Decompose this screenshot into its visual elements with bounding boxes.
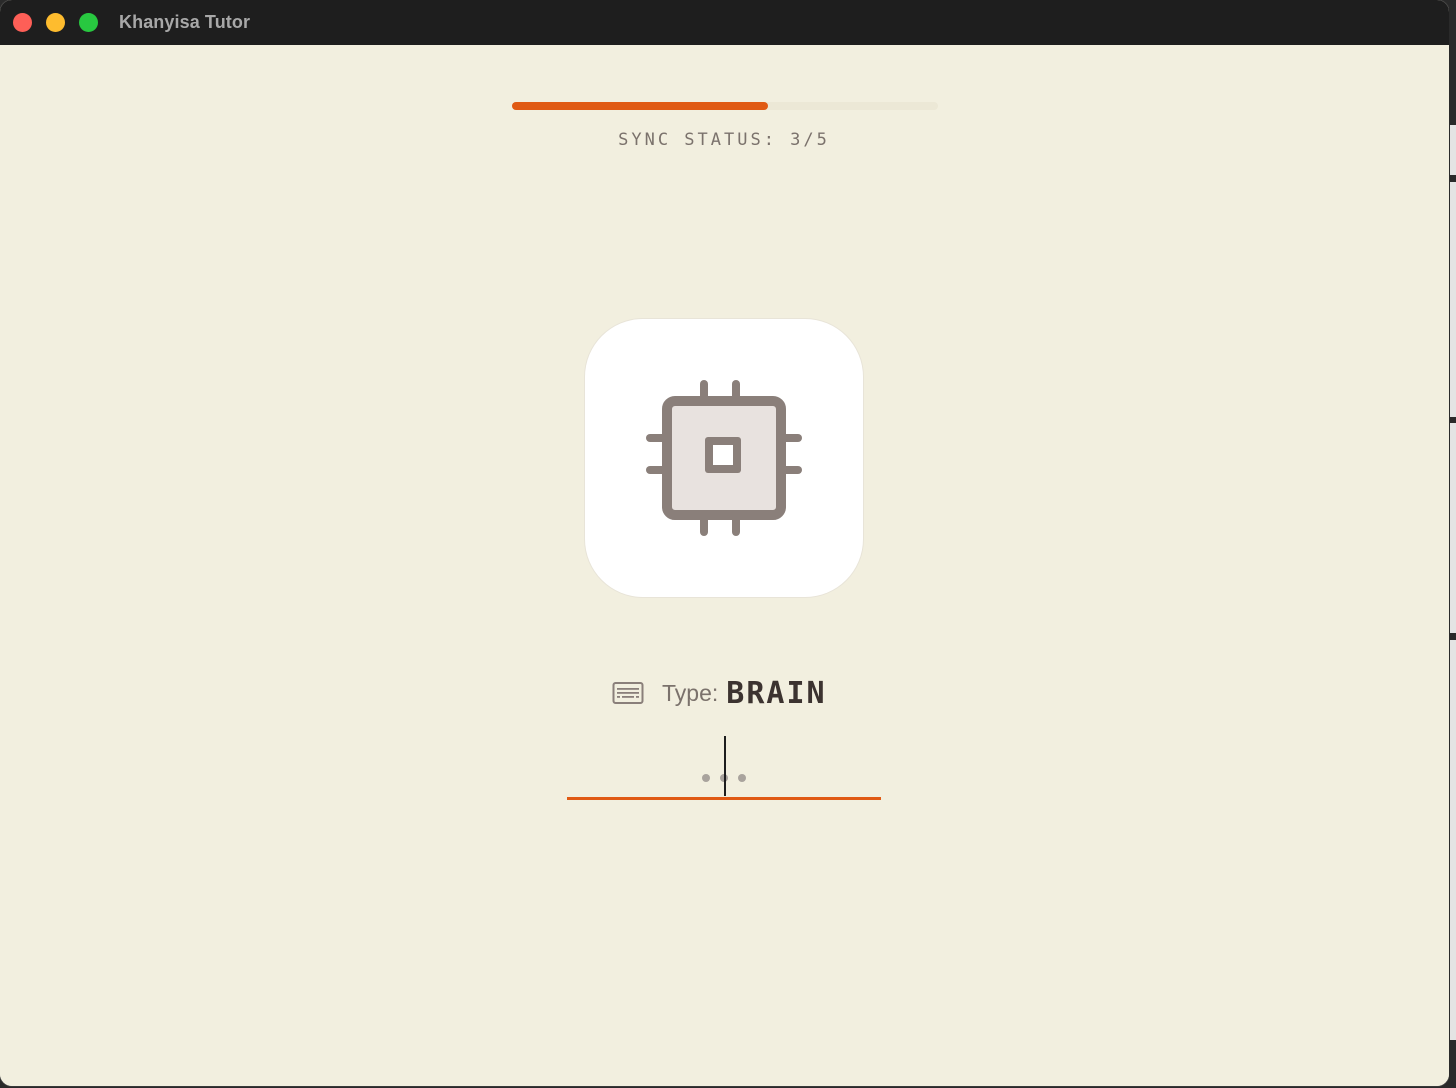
background-window-fragment <box>1450 423 1456 633</box>
text-caret <box>724 736 726 796</box>
window-title: Khanyisa Tutor <box>119 12 251 32</box>
keyboard-icon <box>612 682 644 704</box>
sync-progress-fill <box>512 102 768 110</box>
main-content: SYNC STATUS: 3/5 Type: BRAIN <box>0 45 1449 1086</box>
type-prompt: Type: BRAIN <box>612 675 827 711</box>
close-window-button[interactable] <box>13 13 32 32</box>
background-window-fragment <box>1450 182 1456 417</box>
answer-underline <box>567 797 881 800</box>
sync-progress-bar <box>512 102 938 110</box>
prompt-icon-card <box>585 319 863 597</box>
minimize-window-button[interactable] <box>46 13 65 32</box>
background-window-edge <box>1449 0 1456 1088</box>
answer-field[interactable] <box>567 735 881 800</box>
title-bar: Khanyisa Tutor <box>0 0 1449 45</box>
typing-dot <box>738 774 746 782</box>
app-window: Khanyisa Tutor SYNC STATUS: 3/5 Type: BR… <box>0 0 1449 1086</box>
background-window-fragment <box>1450 125 1456 175</box>
type-label: Type: <box>662 679 719 706</box>
typing-dot <box>702 774 710 782</box>
target-word: BRAIN <box>726 675 827 711</box>
cpu-chip-icon <box>646 380 802 536</box>
zoom-window-button[interactable] <box>79 13 98 32</box>
sync-status-text: SYNC STATUS: 3/5 <box>618 130 830 150</box>
background-window-fragment <box>1450 640 1456 1040</box>
